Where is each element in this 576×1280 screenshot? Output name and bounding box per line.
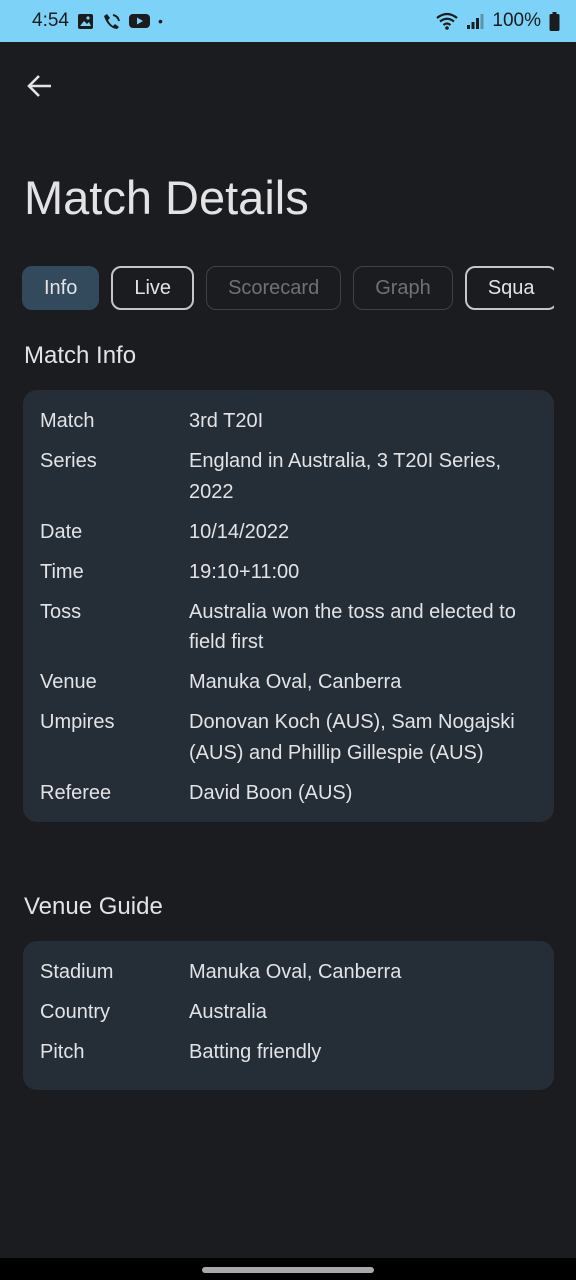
row-label: Umpires	[40, 711, 115, 733]
status-time: 4:54	[32, 10, 69, 31]
row-value: Australia won the toss and elected to fi…	[189, 600, 516, 654]
venue-row-country: Country Australia	[40, 997, 538, 1028]
tab-label: Scorecard	[228, 276, 320, 299]
row-value: Australia	[189, 1001, 267, 1023]
row-value: 3rd T20I	[189, 410, 264, 432]
tab-info[interactable]: Info	[22, 266, 100, 310]
row-label: Country	[40, 1001, 111, 1023]
row-label: Time	[40, 560, 84, 583]
battery-percent: 100%	[492, 10, 541, 31]
info-row-venue: Venue Manuka Oval, Canberra	[40, 667, 538, 698]
match-info-card: Match 3rd T20I Series England in Austral…	[23, 390, 554, 822]
row-label: Stadium	[40, 961, 114, 983]
row-value: Manuka Oval, Canberra	[189, 671, 402, 693]
image-icon	[77, 13, 94, 30]
signal-icon	[466, 12, 484, 30]
arrow-back-icon	[27, 73, 53, 104]
row-value: Donovan Koch (AUS), Sam Nogajski (AUS) a…	[189, 711, 515, 764]
row-label: Venue	[40, 671, 97, 693]
info-row-match: Match 3rd T20I	[40, 406, 538, 437]
page-title: Match Details	[24, 171, 309, 224]
tab-squad[interactable]: Squa	[464, 266, 554, 310]
tab-live[interactable]: Live	[111, 266, 195, 310]
venue-row-stadium: Stadium Manuka Oval, Canberra	[40, 957, 538, 988]
tab-label: Graph	[375, 276, 431, 299]
row-value: Batting friendly	[189, 1041, 322, 1063]
row-label: Match	[40, 410, 95, 432]
info-row-date: Date 10/14/2022	[40, 517, 538, 548]
row-value: 19:10+11:00	[189, 560, 300, 583]
wifi-calling-icon	[102, 13, 121, 30]
tab-row: Info Live Scorecard Graph Squa	[22, 266, 554, 312]
venue-guide-title: Venue Guide	[24, 893, 163, 920]
row-label: Toss	[40, 600, 82, 623]
notification-dot: •	[157, 13, 163, 29]
row-value: 10/14/2022	[189, 520, 290, 543]
youtube-icon	[128, 13, 150, 29]
tab-graph[interactable]: Graph	[353, 266, 453, 310]
row-label: Pitch	[40, 1041, 85, 1063]
row-value: Manuka Oval, Canberra	[189, 961, 402, 983]
row-value: David Boon (AUS)	[189, 781, 353, 804]
match-info-title: Match Info	[24, 342, 137, 369]
venue-row-pitch: Pitch Batting friendly	[40, 1037, 538, 1068]
tab-label: Info	[44, 276, 78, 299]
info-row-series: Series England in Australia, 3 T20I Seri…	[40, 446, 538, 507]
tab-label: Squa	[487, 276, 535, 299]
info-row-time: Time 19:10+11:00	[40, 557, 538, 588]
row-label: Referee	[40, 781, 112, 804]
info-row-referee: Referee David Boon (AUS)	[40, 778, 538, 809]
row-value: England in Australia, 3 T20I Series, 202…	[189, 450, 502, 503]
battery-icon	[549, 11, 560, 31]
tab-scorecard[interactable]: Scorecard	[206, 266, 342, 310]
info-row-toss: Toss Australia won the toss and elected …	[40, 597, 538, 658]
home-indicator[interactable]	[202, 1267, 374, 1273]
row-label: Date	[40, 520, 83, 543]
row-label: Series	[40, 450, 97, 472]
tab-label: Live	[134, 276, 172, 299]
venue-guide-card: Stadium Manuka Oval, Canberra Country Au…	[23, 941, 554, 1090]
status-bar: 4:54 • 100%	[0, 0, 576, 42]
wifi-icon	[436, 12, 459, 30]
back-button[interactable]	[18, 66, 62, 110]
info-row-umpires: Umpires Donovan Koch (AUS), Sam Nogajski…	[40, 707, 538, 768]
